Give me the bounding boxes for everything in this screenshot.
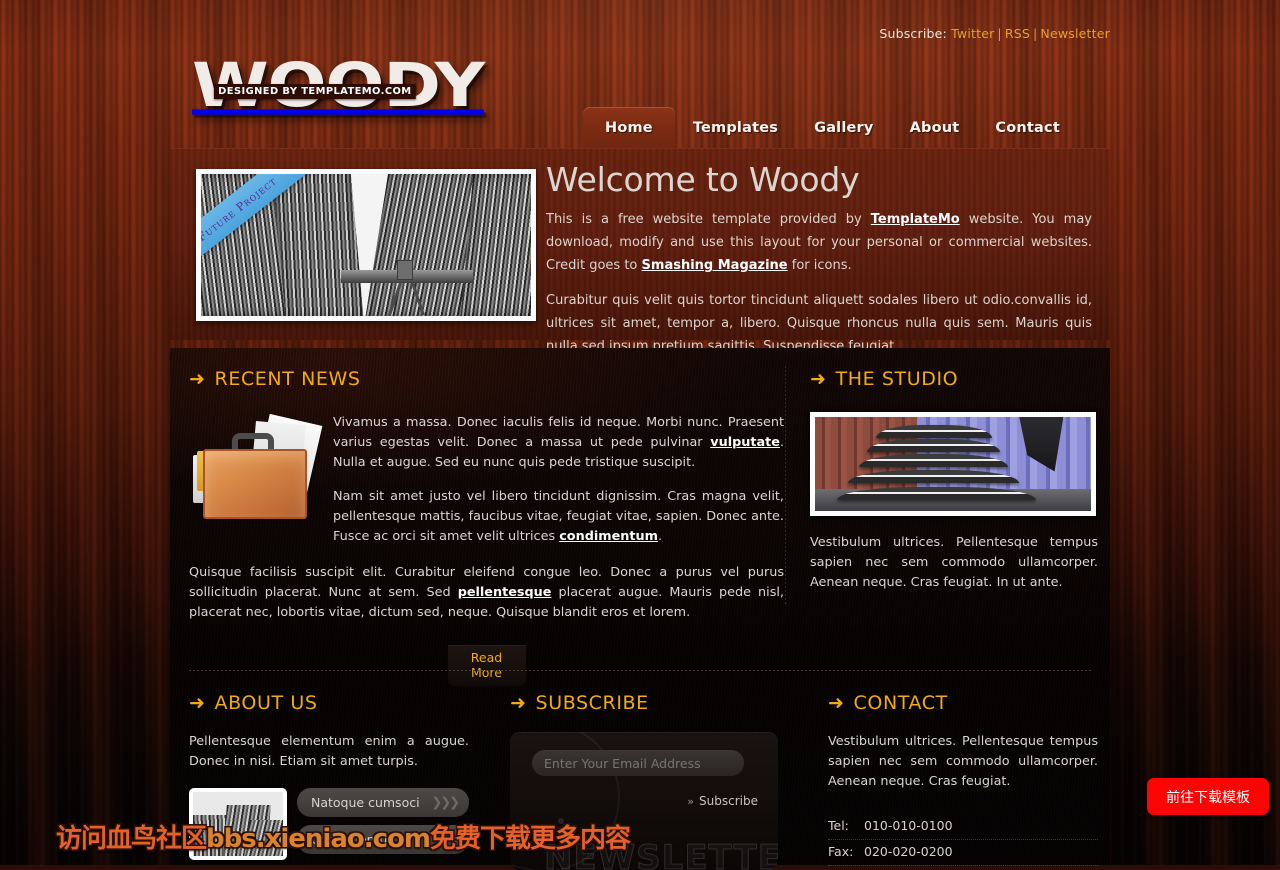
page-title: Welcome to Woody	[546, 160, 860, 199]
watermark-url: bbs.xieniao.com	[206, 824, 431, 854]
arrow-icon: ➜	[828, 691, 845, 714]
main-navigation: Home Templates Gallery About Contact	[583, 102, 1078, 150]
contact-tel-key: Tel:	[828, 818, 849, 833]
contact-tel-value: 010-010-0100	[864, 818, 953, 833]
tower-left-inner	[272, 174, 364, 316]
email-input[interactable]	[532, 750, 744, 776]
tower-right-outer	[460, 174, 531, 316]
twitter-link[interactable]: Twitter	[951, 26, 994, 41]
studio-image-stairs	[815, 417, 1091, 511]
site-logo[interactable]: WOODY DESIGNED BY TEMPLATEMO.COM	[192, 50, 485, 122]
subscribe-button[interactable]: » Subscribe	[687, 794, 758, 808]
nav-item-about[interactable]: About	[892, 107, 978, 150]
studio-paragraph: Vestibulum ultrices. Pellentesque tempus…	[810, 535, 1098, 590]
recent-news-title: RECENT NEWS	[214, 368, 361, 390]
recent-news-text: Vivamus a massa. Donec iaculis felis id …	[321, 413, 784, 561]
recent-news-body: Vivamus a massa. Donec iaculis felis id …	[189, 413, 784, 561]
briefcase-body	[203, 449, 307, 519]
contact-section: ➜ CONTACT Vestibulum ultrices. Pellentes…	[828, 692, 1098, 866]
hero-paragraph-1: This is a free website template provided…	[546, 208, 1092, 277]
vulputate-link[interactable]: vulputate	[710, 435, 780, 450]
hero-p1-part-a: This is a free website template provided…	[546, 212, 871, 227]
rss-link[interactable]: RSS	[1005, 26, 1030, 41]
watermark-part-b: 免费下载更多内容	[429, 824, 631, 854]
studio-step-3	[859, 454, 1009, 467]
hero-p1-part-c: for icons.	[787, 258, 852, 273]
recent-news-heading: ➜ RECENT NEWS	[189, 368, 784, 390]
watermark-part-a: 访问血鸟社区	[56, 824, 207, 854]
chevron-right-icon: ❯❯❯	[431, 795, 460, 810]
templatemo-link[interactable]: TemplateMo	[871, 212, 960, 227]
studio-step-2	[867, 439, 1000, 452]
hero-text: Welcome to Woody This is a free website …	[546, 160, 1092, 370]
subscribe-heading: ➜ SUBSCRIBE	[510, 692, 782, 714]
contact-title: CONTACT	[853, 692, 948, 714]
studio-step-4	[848, 470, 1020, 483]
studio-step-5	[837, 487, 1036, 500]
nav-item-gallery[interactable]: Gallery	[796, 107, 891, 150]
news-paragraph-1: Vivamus a massa. Donec iaculis felis id …	[333, 413, 784, 473]
newsletter-link[interactable]: Newsletter	[1040, 26, 1110, 41]
double-chevron-icon: »	[687, 795, 694, 808]
list-item[interactable]: Natoque cumsoci ❯❯❯	[297, 788, 469, 817]
recent-news-section: ➜ RECENT NEWS Vivamus a massa. Donec iac…	[189, 368, 784, 686]
studio-heading: ➜ THE STUDIO	[810, 368, 1098, 390]
top-subscribe-bar: Subscribe: Twitter | RSS | Newsletter	[879, 26, 1110, 41]
studio-step-1	[875, 425, 992, 438]
arrow-icon: ➜	[189, 691, 206, 714]
contact-fax-key: Fax:	[828, 844, 854, 859]
news-paragraph-3: Quisque facilisis suscipit elit. Curabit…	[189, 563, 784, 623]
briefcase-icon	[189, 413, 323, 519]
studio-title: THE STUDIO	[835, 368, 959, 390]
about-us-paragraph: Pellentesque elementum enim a augue. Don…	[189, 734, 469, 769]
condimentum-link[interactable]: condimentum	[559, 529, 658, 544]
subscribe-title: SUBSCRIBE	[535, 692, 649, 714]
topbar-separator-2: |	[1033, 26, 1038, 41]
arrow-icon: ➜	[510, 691, 527, 714]
hero-image-frame: Future Project	[196, 169, 536, 321]
read-more-button[interactable]: Read More	[447, 645, 526, 686]
studio-section: ➜ THE STUDIO Vestibulum ultrices. Pellen…	[810, 368, 1098, 607]
contact-paragraph: Vestibulum ultrices. Pellentesque tempus…	[828, 734, 1098, 789]
arrow-icon: ➜	[810, 367, 827, 390]
skybridge-box	[397, 260, 413, 280]
vertical-divider	[785, 366, 786, 604]
content-area: ➜ RECENT NEWS Vivamus a massa. Donec iac…	[170, 348, 1110, 870]
contact-details-list: Tel: 010-010-0100 Fax: 020-020-0200	[828, 814, 1098, 866]
logo-tagline: DESIGNED BY TEMPLATEMO.COM	[214, 84, 416, 99]
smashing-magazine-link[interactable]: Smashing Magazine	[642, 258, 788, 273]
page-root: Subscribe: Twitter|RSS|Newsletter WOODY …	[0, 0, 1280, 870]
hero-image-towers: Future Project	[201, 174, 531, 316]
contact-heading: ➜ CONTACT	[828, 692, 1098, 714]
arrow-icon: ➜	[189, 367, 206, 390]
horizontal-divider	[189, 670, 1091, 671]
nav-item-home[interactable]: Home	[583, 107, 675, 150]
subscribe-button-label: Subscribe	[699, 794, 758, 808]
list-item-label: Natoque cumsoci	[311, 795, 420, 810]
news-paragraph-2: Nam sit amet justo vel libero tincidunt …	[333, 487, 784, 547]
subscribe-label: Subscribe:	[879, 26, 947, 41]
topbar-separator-1: |	[997, 26, 1002, 41]
about-us-title: ABOUT US	[214, 692, 318, 714]
download-template-button[interactable]: 前往下载模板	[1147, 778, 1269, 815]
site-watermark: 访问血鸟社区bbs.xieniao.com免费下载更多内容	[56, 818, 631, 855]
news-p2-b: .	[657, 529, 663, 544]
contact-fax-value: 020-020-0200	[864, 844, 953, 859]
nav-item-templates[interactable]: Templates	[675, 107, 796, 150]
studio-image-frame	[810, 412, 1096, 516]
contact-row-fax: Fax: 020-020-0200	[828, 840, 1098, 866]
contact-row-tel: Tel: 010-010-0100	[828, 814, 1098, 840]
pellentesque-link[interactable]: pellentesque	[458, 585, 552, 600]
nav-item-contact[interactable]: Contact	[977, 107, 1078, 150]
about-us-heading: ➜ ABOUT US	[189, 692, 469, 714]
recent-news-footer: Quisque facilisis suscipit elit. Curabit…	[189, 563, 784, 686]
